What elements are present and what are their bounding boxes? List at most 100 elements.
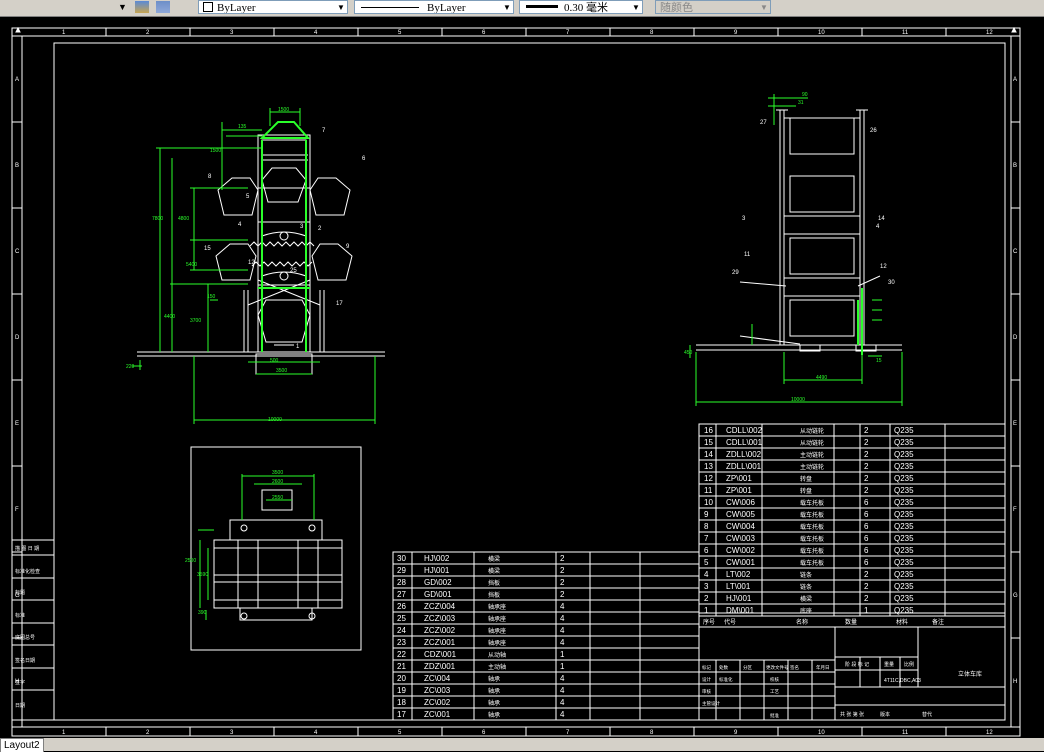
title-revision-labels: 标记 处数 分区 更改文件号 签名 年月日 <box>702 664 830 671</box>
layer-select[interactable]: ByLayer ▼ <box>198 0 348 14</box>
chevron-down-icon[interactable]: ▼ <box>335 1 347 13</box>
front-balloon-label: 8 <box>208 174 212 180</box>
chevron-down-icon[interactable]: ▼ <box>630 1 642 13</box>
bom-right-name: 转盘 <box>800 487 812 495</box>
bom-left-name: 轴承座 <box>488 639 506 647</box>
zone-number-top: 9 <box>734 30 738 36</box>
bom-right-code: CW\004 <box>726 522 755 531</box>
bom-right-code: CW\006 <box>726 498 755 507</box>
zone-letter-right: G <box>1013 593 1018 599</box>
bom-left-qty: 4 <box>560 710 565 719</box>
front-balloon-label: 17 <box>336 301 343 307</box>
bom-right-qty: 2 <box>864 462 869 471</box>
bom-right-qty: 2 <box>864 450 869 459</box>
top-view <box>190 446 362 651</box>
bom-left-code: ZCZ\003 <box>424 614 456 623</box>
bom-right-no: 8 <box>704 522 709 531</box>
bom-right-qty: 2 <box>864 438 869 447</box>
drawing-frame <box>11 26 1021 737</box>
bom-left-code: GD\001 <box>424 590 452 599</box>
bom-right-name: 底座 <box>800 607 812 615</box>
front-balloon-label: 9 <box>346 244 350 250</box>
bom-table-right: 16 CDLL\002 从动链轮 2 Q23515 CDLL\001 从动链轮 2 Q23514… <box>698 423 1006 626</box>
title-role-label: 工艺 <box>770 689 779 694</box>
layer-state-icon[interactable] <box>135 1 149 13</box>
drawing-code: 4T11C,DBC,A03 <box>884 678 921 684</box>
bom-right-material: Q235 <box>894 462 914 471</box>
bom-right-qty: 2 <box>864 474 869 483</box>
bom-right-qty: 2 <box>864 486 869 495</box>
bom-right-material: Q235 <box>894 582 914 591</box>
bom-right-material: Q235 <box>894 486 914 495</box>
bom-left-no: 21 <box>397 662 406 671</box>
left-revision-label: 签字 <box>15 679 25 686</box>
bom-left-qty: 4 <box>560 674 565 683</box>
bom-left-no: 25 <box>397 614 406 623</box>
bom-right-name: 转盘 <box>800 475 812 483</box>
layer-match-icon[interactable] <box>156 1 170 13</box>
bom-left-qty: 2 <box>560 590 565 599</box>
plotstyle-select-value: 随颜色 <box>660 2 693 14</box>
chevron-down-icon[interactable]: ▼ <box>758 1 770 13</box>
left-revision-label: 标准化检查 <box>15 568 40 575</box>
left-revision-label: 标准 <box>15 612 25 619</box>
tab-layout2[interactable]: Layout2 <box>0 738 44 752</box>
bom-right-no: 3 <box>704 582 709 591</box>
bom-left-code: ZC\002 <box>424 698 451 707</box>
zone-number-bottom: 5 <box>398 730 402 736</box>
zone-number-bottom: 12 <box>986 730 993 736</box>
zone-number-top: 11 <box>902 30 909 36</box>
bom-right-header: 名称 <box>796 618 808 626</box>
zone-number-top: 2 <box>146 30 150 36</box>
zone-letter-left: A <box>15 77 19 83</box>
bom-left-qty: 2 <box>560 566 565 575</box>
dropdown-arrow-icon[interactable]: ▼ <box>118 0 127 14</box>
drawing-canvas[interactable]: 112233445566778899101011111212A AB BC CD DE E… <box>0 16 1044 738</box>
bom-left-name: 轴承 <box>488 675 500 683</box>
bom-left-qty: 2 <box>560 554 565 563</box>
dim-450: 450 <box>684 350 693 356</box>
bom-right-qty: 6 <box>864 546 869 555</box>
bom-left-qty: 2 <box>560 578 565 587</box>
bom-right-no: 11 <box>704 486 713 495</box>
bom-left-no: 24 <box>397 626 406 635</box>
bom-left-no: 22 <box>397 650 406 659</box>
front-balloon-label: 15 <box>204 246 211 252</box>
bom-right-material: Q235 <box>894 498 914 507</box>
bom-left-qty: 4 <box>560 626 565 635</box>
bom-right-code: CW\005 <box>726 510 755 519</box>
zone-number-bottom: 7 <box>566 730 570 736</box>
zone-number-top: 10 <box>818 30 825 36</box>
bom-right-material: Q235 <box>894 534 914 543</box>
bom-left-name: 轴承座 <box>488 627 506 635</box>
plotstyle-select[interactable]: 随颜色 ▼ <box>655 0 771 14</box>
bom-left-no: 18 <box>397 698 406 707</box>
zone-letter-right: B <box>1013 163 1017 169</box>
bom-right-qty: 2 <box>864 570 869 579</box>
bom-right-material: Q235 <box>894 570 914 579</box>
side-balloon-label: 30 <box>888 280 895 286</box>
zone-number-bottom: 1 <box>62 730 66 736</box>
bom-right-material: Q235 <box>894 474 914 483</box>
chevron-down-icon[interactable]: ▼ <box>501 1 513 13</box>
title-revision-label: 分区 <box>743 664 752 671</box>
bom-right-material: Q235 <box>894 438 914 447</box>
bom-right-code: CDLL\001 <box>726 438 763 447</box>
lineweight-select[interactable]: 0.30 毫米 ▼ <box>519 0 643 14</box>
zone-number-bottom: 8 <box>650 730 654 736</box>
color-swatch-icon <box>203 2 213 12</box>
bom-right-no: 7 <box>704 534 709 543</box>
linetype-select[interactable]: ByLayer ▼ <box>354 0 514 14</box>
lineweight-select-value: 0.30 毫米 <box>564 2 608 14</box>
bom-right-no: 14 <box>704 450 713 459</box>
dim-90: 90 <box>802 92 808 98</box>
bom-right-name: 载车托板 <box>800 535 824 543</box>
bom-right-no: 2 <box>704 594 709 603</box>
bom-right-no: 13 <box>704 462 713 471</box>
bom-left-qty: 4 <box>560 602 565 611</box>
side-balloon-label: 12 <box>880 264 887 270</box>
bom-right-qty: 6 <box>864 522 869 531</box>
dim-7800: 7800 <box>152 216 163 222</box>
bom-left-name: 横梁 <box>488 555 500 563</box>
bom-right-no: 12 <box>704 474 713 483</box>
